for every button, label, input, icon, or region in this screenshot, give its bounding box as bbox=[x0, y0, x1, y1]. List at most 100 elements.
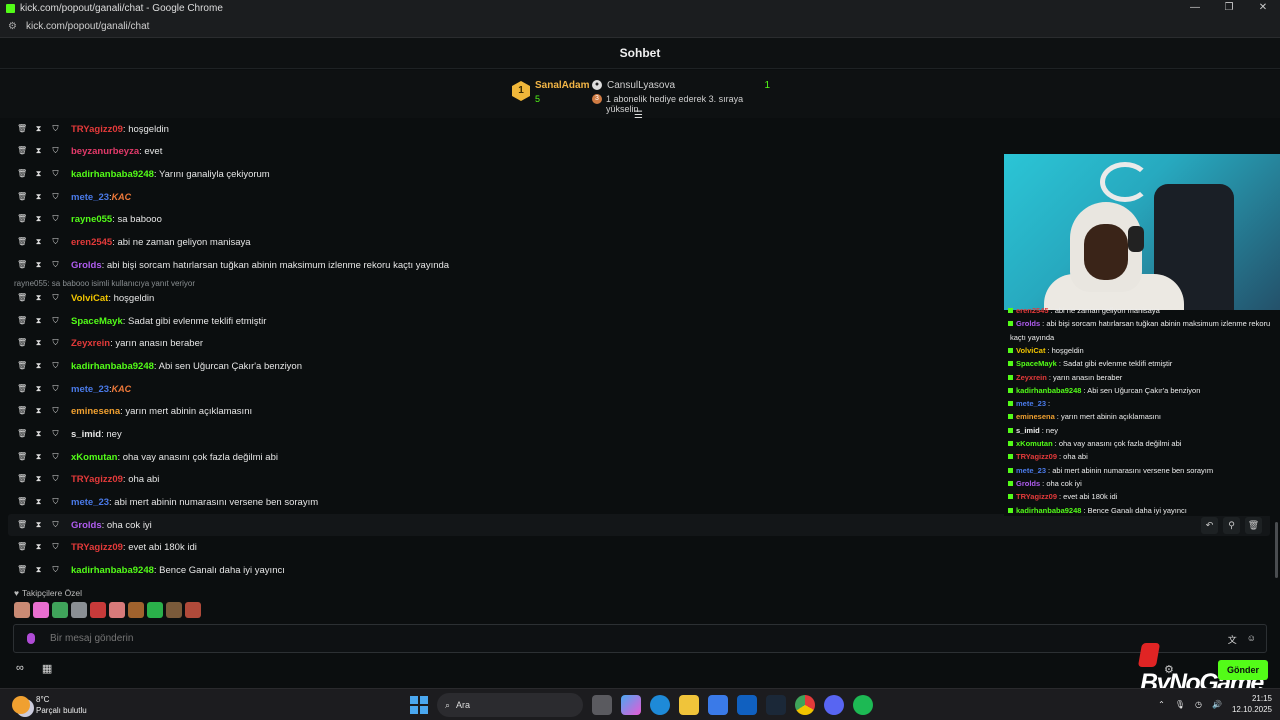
delete-icon[interactable]: 🗑 bbox=[17, 361, 27, 371]
chat-username[interactable]: SpaceMayk bbox=[71, 316, 123, 327]
url-text[interactable]: kick.com/popout/ganali/chat bbox=[26, 21, 149, 32]
delete-icon[interactable]: 🗑 bbox=[17, 192, 27, 202]
emote-3[interactable] bbox=[52, 602, 68, 618]
tray-mic-icon[interactable]: 🎙 bbox=[1175, 700, 1185, 709]
delete-icon[interactable]: 🗑 bbox=[17, 474, 27, 484]
timeout-icon[interactable]: ⧗ bbox=[34, 429, 43, 439]
timeout-icon[interactable]: ⧗ bbox=[34, 497, 43, 507]
delete-icon[interactable]: 🗑 bbox=[17, 316, 27, 326]
timeout-icon[interactable]: ⧗ bbox=[34, 124, 43, 134]
timeout-icon[interactable]: ⧗ bbox=[34, 406, 43, 416]
timeout-icon[interactable]: ⧗ bbox=[34, 237, 43, 247]
ban-shield-icon[interactable]: ⛉ bbox=[51, 146, 60, 156]
emote-6[interactable] bbox=[109, 602, 125, 618]
steam-icon[interactable] bbox=[766, 695, 786, 715]
chat-username[interactable]: mete_23 bbox=[71, 384, 109, 395]
delete-icon[interactable]: 🗑 bbox=[17, 214, 27, 224]
chat-username[interactable]: TRYagizz09 bbox=[71, 474, 123, 485]
chat-username[interactable]: VolviCat bbox=[71, 293, 108, 304]
timeout-icon[interactable]: ⧗ bbox=[34, 214, 43, 224]
chat-scrollbar[interactable] bbox=[1275, 522, 1278, 578]
timeout-icon[interactable]: ⧗ bbox=[34, 192, 43, 202]
emote-heart[interactable] bbox=[33, 602, 49, 618]
send-button[interactable]: Gönder bbox=[1218, 660, 1268, 680]
store-icon[interactable]: ▦ bbox=[42, 662, 52, 675]
timeout-icon[interactable]: ⧗ bbox=[34, 316, 43, 326]
emote-7[interactable] bbox=[128, 602, 144, 618]
emote-5[interactable] bbox=[90, 602, 106, 618]
ban-shield-icon[interactable]: ⛉ bbox=[51, 406, 60, 416]
timeout-icon[interactable]: ⧗ bbox=[34, 361, 43, 371]
chat-username[interactable]: rayne055 bbox=[71, 214, 112, 225]
points-icon[interactable]: ∞ bbox=[16, 662, 24, 675]
ban-shield-icon[interactable]: ⛉ bbox=[51, 542, 60, 552]
delete-icon[interactable]: 🗑 bbox=[17, 452, 27, 462]
windows-start-icon[interactable] bbox=[410, 696, 428, 714]
chat-username[interactable]: Grolds bbox=[71, 520, 102, 531]
chat-username[interactable]: Grolds bbox=[71, 260, 102, 271]
timeout-icon[interactable]: ⧗ bbox=[34, 520, 43, 530]
task-view-icon[interactable] bbox=[592, 695, 612, 715]
emote-8[interactable] bbox=[147, 602, 163, 618]
message-input-box[interactable]: 文 ☺ bbox=[13, 624, 1267, 653]
ban-shield-icon[interactable]: ⛉ bbox=[51, 452, 60, 462]
clock[interactable]: 21:15 12.10.2025 bbox=[1232, 693, 1272, 715]
chat-username[interactable]: s_imid bbox=[71, 429, 101, 440]
chat-message[interactable]: 🗑 ⧗ ⛉ kadirhanbaba9248: Bence Ganalı daha i… bbox=[0, 559, 1270, 581]
chat-username[interactable]: eren2545 bbox=[71, 237, 112, 248]
chat-username[interactable]: xKomutan bbox=[71, 452, 117, 463]
discord-icon[interactable] bbox=[824, 695, 844, 715]
tray-chevron-icon[interactable]: ⌃ bbox=[1158, 700, 1165, 709]
ban-shield-icon[interactable]: ⛉ bbox=[51, 429, 60, 439]
chrome-icon[interactable] bbox=[795, 695, 815, 715]
ban-shield-icon[interactable]: ⛉ bbox=[51, 316, 60, 326]
timeout-icon[interactable]: ⧗ bbox=[34, 260, 43, 270]
delete-icon[interactable]: 🗑 bbox=[17, 565, 27, 575]
ban-shield-icon[interactable]: ⛉ bbox=[51, 497, 60, 507]
emote-4[interactable] bbox=[71, 602, 87, 618]
delete-icon[interactable]: 🗑 bbox=[17, 260, 27, 270]
close-button[interactable]: ✕ bbox=[1246, 0, 1280, 16]
top-gifter-name[interactable]: SanalAdam bbox=[535, 80, 589, 91]
taskbar-search[interactable]: ⌕ Ara bbox=[437, 693, 583, 717]
delete-message-icon[interactable]: 🗑 bbox=[1245, 516, 1262, 534]
copilot-icon[interactable] bbox=[621, 695, 641, 715]
settings-icon[interactable]: ⚙ bbox=[1164, 663, 1174, 676]
timeout-icon[interactable]: ⧗ bbox=[34, 542, 43, 552]
file-explorer-icon[interactable] bbox=[679, 695, 699, 715]
delete-icon[interactable]: 🗑 bbox=[17, 237, 27, 247]
ban-shield-icon[interactable]: ⛉ bbox=[51, 237, 60, 247]
emote-9[interactable] bbox=[166, 602, 182, 618]
chat-message[interactable]: 🗑 ⧗ ⛉ Grolds: oha cok iyi ↶ ⚲ 🗑 bbox=[8, 514, 1270, 536]
delete-icon[interactable]: 🗑 bbox=[17, 542, 27, 552]
outlook-icon[interactable] bbox=[737, 695, 757, 715]
emote-10[interactable] bbox=[185, 602, 201, 618]
timeout-icon[interactable]: ⧗ bbox=[34, 146, 43, 156]
ban-shield-icon[interactable]: ⛉ bbox=[51, 338, 60, 348]
chat-username[interactable]: beyzanurbeyza bbox=[71, 146, 139, 157]
delete-icon[interactable]: 🗑 bbox=[17, 429, 27, 439]
pin-icon[interactable]: ⚲ bbox=[1223, 516, 1240, 534]
network-icon[interactable]: ◷ bbox=[1195, 700, 1202, 709]
ban-shield-icon[interactable]: ⛉ bbox=[51, 169, 60, 179]
timeout-icon[interactable]: ⧗ bbox=[34, 565, 43, 575]
reply-icon[interactable]: ↶ bbox=[1201, 516, 1218, 534]
chat-message[interactable]: 🗑 ⧗ ⛉ TRYagizz09: hoşgeldin bbox=[0, 118, 1270, 140]
delete-icon[interactable]: 🗑 bbox=[17, 146, 27, 156]
timeout-icon[interactable]: ⧗ bbox=[34, 384, 43, 394]
delete-icon[interactable]: 🗑 bbox=[17, 338, 27, 348]
gifter-name[interactable]: CansulLyasova bbox=[607, 80, 675, 91]
delete-icon[interactable]: 🗑 bbox=[17, 406, 27, 416]
timeout-icon[interactable]: ⧗ bbox=[34, 338, 43, 348]
timeout-icon[interactable]: ⧗ bbox=[34, 452, 43, 462]
timeout-icon[interactable]: ⧗ bbox=[34, 293, 43, 303]
edge-icon[interactable] bbox=[650, 695, 670, 715]
chat-username[interactable]: mete_23 bbox=[71, 497, 109, 508]
delete-icon[interactable]: 🗑 bbox=[17, 124, 27, 134]
mic-icon[interactable] bbox=[27, 633, 35, 644]
delete-icon[interactable]: 🗑 bbox=[17, 169, 27, 179]
store-app-icon[interactable] bbox=[708, 695, 728, 715]
volume-icon[interactable]: 🔊 bbox=[1212, 700, 1222, 709]
minimize-button[interactable]: — bbox=[1178, 0, 1212, 16]
emote-1[interactable] bbox=[14, 602, 30, 618]
